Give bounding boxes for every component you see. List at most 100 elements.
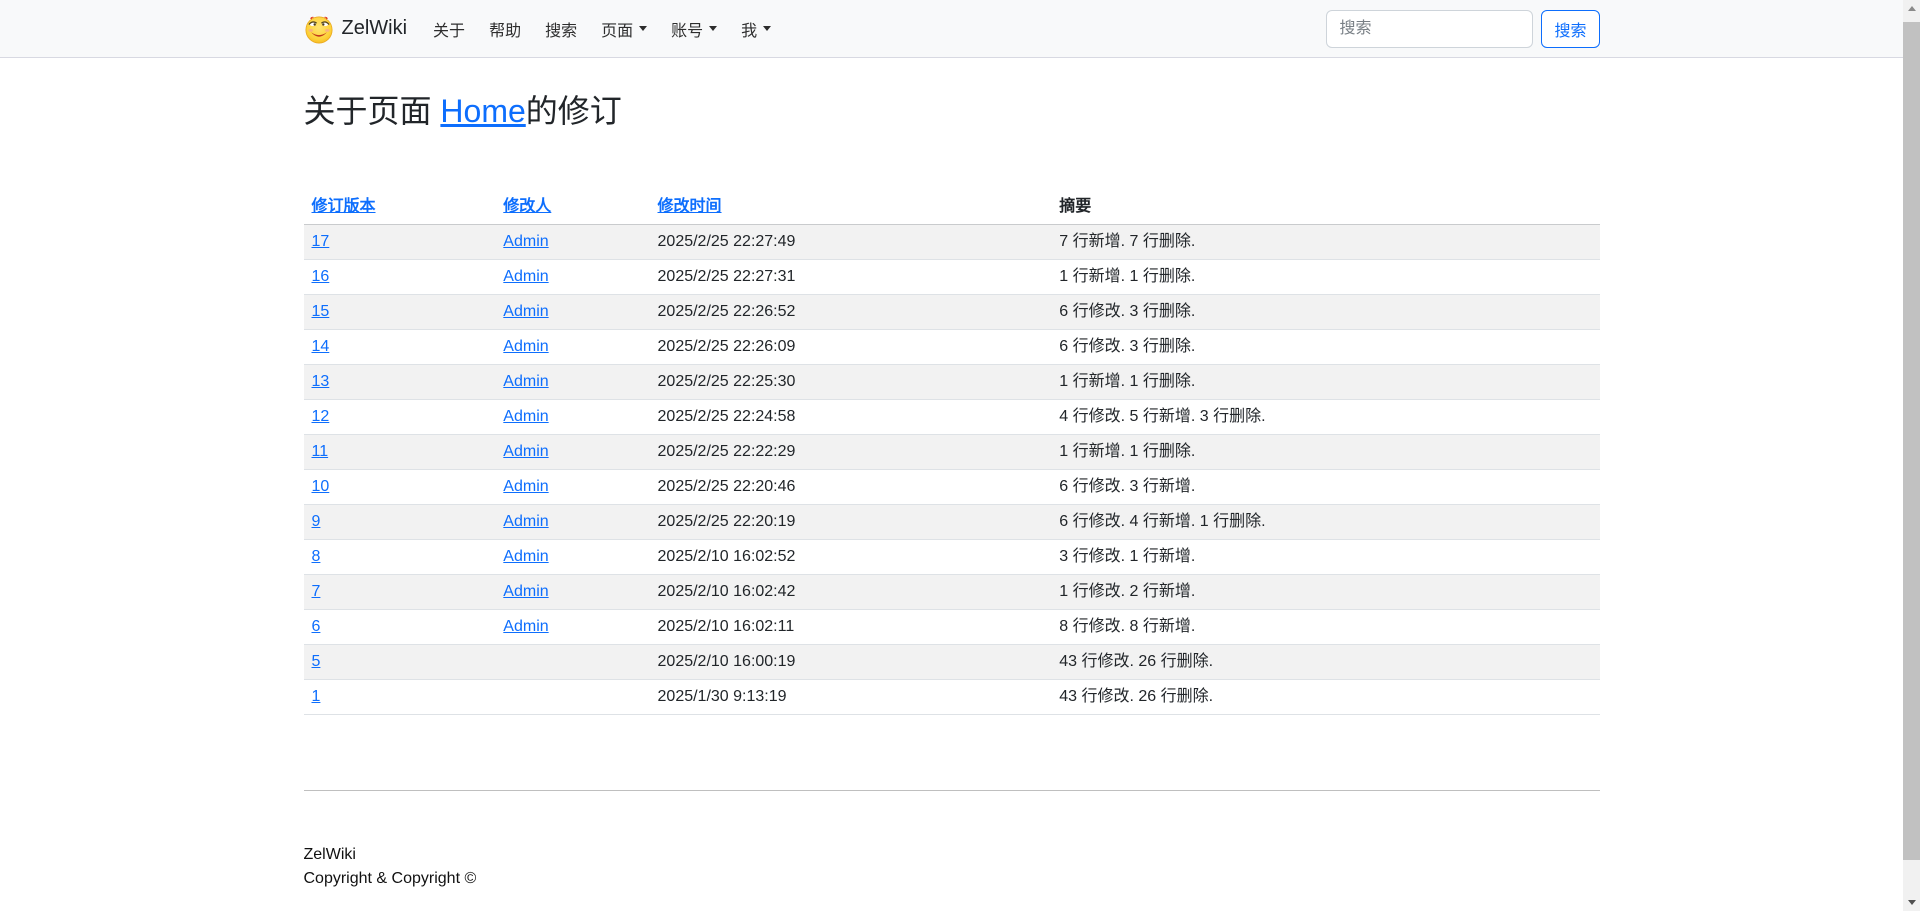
user-link[interactable]: Admin xyxy=(503,478,548,495)
sort-by-user-link[interactable]: 修改人 xyxy=(503,198,551,215)
revision-link[interactable]: 15 xyxy=(312,303,330,320)
summary-cell: 6 行修改. 3 行删除. xyxy=(1051,330,1599,365)
footer: ZelWiki Copyright & Copyright © xyxy=(304,843,1600,891)
summary-cell: 6 行修改. 3 行新增. xyxy=(1051,470,1599,505)
table-row: 11Admin2025/2/25 22:22:291 行新增. 1 行删除. xyxy=(304,435,1600,470)
revisions-table: 修订版本 修改人 修改时间 摘要 17Admin2025/2/25 22:27:… xyxy=(304,190,1600,715)
nav-item-3[interactable]: 搜索 xyxy=(537,9,585,49)
user-link[interactable]: Admin xyxy=(503,443,548,460)
table-row: 8Admin2025/2/10 16:02:523 行修改. 1 行新增. xyxy=(304,540,1600,575)
time-cell: 2025/2/25 22:24:58 xyxy=(650,400,1052,435)
user-link[interactable]: Admin xyxy=(503,373,548,390)
time-cell: 2025/2/25 22:27:49 xyxy=(650,225,1052,260)
footer-copyright: Copyright & Copyright © xyxy=(304,867,1600,891)
search-input[interactable] xyxy=(1326,10,1533,48)
summary-cell: 6 行修改. 3 行删除. xyxy=(1051,295,1599,330)
navbar-search-form: 搜索 xyxy=(1326,10,1599,48)
revision-link[interactable]: 10 xyxy=(312,478,330,495)
table-row: 16Admin2025/2/25 22:27:311 行新增. 1 行删除. xyxy=(304,260,1600,295)
page-title-prefix: 关于页面 xyxy=(304,93,441,129)
revision-link[interactable]: 7 xyxy=(312,583,321,600)
revision-link[interactable]: 5 xyxy=(312,653,321,670)
nav-item-1[interactable]: 关于 xyxy=(425,9,473,49)
user-link[interactable]: Admin xyxy=(503,583,548,600)
time-cell: 2025/2/10 16:02:11 xyxy=(650,610,1052,645)
revision-link[interactable]: 1 xyxy=(312,688,321,705)
brand-link[interactable]: ZelWiki xyxy=(304,14,408,44)
search-button[interactable]: 搜索 xyxy=(1541,10,1599,48)
wiki-logo-icon xyxy=(304,14,334,44)
time-cell: 2025/2/25 22:22:29 xyxy=(650,435,1052,470)
revision-link[interactable]: 11 xyxy=(312,443,329,460)
scrollbar-thumb[interactable] xyxy=(1903,22,1920,860)
table-row: 6 Admin 2025/2/10 16:02:118 行修改. 8 行新增. xyxy=(304,610,1600,645)
scrollbar-up-button[interactable] xyxy=(1903,0,1920,17)
sort-by-revision-link[interactable]: 修订版本 xyxy=(312,198,376,215)
user-cell: Admin xyxy=(495,260,649,295)
table-row: 12025/1/30 9:13:1943 行修改. 26 行删除. xyxy=(304,680,1600,715)
dropdown-caret-icon xyxy=(709,26,717,31)
scrollbar[interactable] xyxy=(1903,0,1920,911)
revision-link[interactable]: 12 xyxy=(312,408,330,425)
user-link[interactable]: Admin xyxy=(503,548,548,565)
nav-item-2[interactable]: 帮助 xyxy=(481,9,529,49)
user-link[interactable]: Admin xyxy=(503,618,548,635)
sort-by-time-link[interactable]: 修改时间 xyxy=(658,198,722,215)
revision-link[interactable]: 16 xyxy=(312,268,330,285)
time-cell: 2025/2/10 16:02:52 xyxy=(650,540,1052,575)
summary-cell: 6 行修改. 4 行新增. 1 行删除. xyxy=(1051,505,1599,540)
time-cell: 2025/2/25 22:20:19 xyxy=(650,505,1052,540)
browser-viewport: ZelWiki 关于帮助搜索页面账号我 搜索 关于页面 Home的修订 修订版本… xyxy=(0,0,1903,911)
user-cell: Admin xyxy=(495,225,649,260)
table-row: 7Admin2025/2/10 16:02:421 行修改. 2 行新增. xyxy=(304,575,1600,610)
user-link[interactable]: Admin xyxy=(503,233,548,250)
summary-cell: 1 行新增. 1 行删除. xyxy=(1051,260,1599,295)
user-link[interactable]: Admin xyxy=(503,268,548,285)
revision-link[interactable]: 17 xyxy=(312,233,330,250)
revision-link[interactable]: 14 xyxy=(312,338,330,355)
revision-link[interactable]: 8 xyxy=(312,548,321,565)
nav-item-6[interactable]: 我 xyxy=(733,9,779,49)
user-cell: Admin xyxy=(495,435,649,470)
time-cell: 2025/1/30 9:13:19 xyxy=(650,680,1052,715)
table-row: 13Admin2025/2/25 22:25:301 行新增. 1 行删除. xyxy=(304,365,1600,400)
nav-item-5[interactable]: 账号 xyxy=(663,9,725,49)
table-row: 15 Admin 2025/2/25 22:26:526 行修改. 3 行删除. xyxy=(304,295,1600,330)
scroll-down-arrow-icon xyxy=(1908,900,1916,905)
user-link[interactable]: Admin xyxy=(503,303,548,320)
revision-link[interactable]: 9 xyxy=(312,513,321,530)
revisions-table-header: 修订版本 修改人 修改时间 摘要 xyxy=(304,190,1600,225)
summary-cell: 7 行新增. 7 行删除. xyxy=(1051,225,1599,260)
time-cell: 2025/2/25 22:20:46 xyxy=(650,470,1052,505)
summary-cell: 1 行修改. 2 行新增. xyxy=(1051,575,1599,610)
dropdown-caret-icon xyxy=(639,26,647,31)
scrollbar-down-button[interactable] xyxy=(1903,894,1920,911)
user-cell: Admin xyxy=(495,470,649,505)
table-row: 10 Admin 2025/2/25 22:20:466 行修改. 3 行新增. xyxy=(304,470,1600,505)
footer-divider xyxy=(304,790,1600,791)
dropdown-caret-icon xyxy=(763,26,771,31)
summary-cell: 43 行修改. 26 行删除. xyxy=(1051,645,1599,680)
user-link[interactable]: Admin xyxy=(503,513,548,530)
time-cell: 2025/2/25 22:26:52 xyxy=(650,295,1052,330)
page-title: 关于页面 Home的修订 xyxy=(304,92,1600,130)
user-cell: Admin xyxy=(495,610,649,645)
home-page-link[interactable]: Home xyxy=(440,93,525,129)
user-cell xyxy=(495,680,649,715)
user-cell xyxy=(495,645,649,680)
user-cell: Admin xyxy=(495,365,649,400)
summary-cell: 8 行修改. 8 行新增. xyxy=(1051,610,1599,645)
user-cell: Admin xyxy=(495,330,649,365)
user-link[interactable]: Admin xyxy=(503,338,548,355)
revision-link[interactable]: 6 xyxy=(312,618,321,635)
summary-cell: 4 行修改. 5 行新增. 3 行删除. xyxy=(1051,400,1599,435)
user-cell: Admin xyxy=(495,540,649,575)
revision-link[interactable]: 13 xyxy=(312,373,330,390)
scroll-up-arrow-icon xyxy=(1908,6,1916,11)
nav-item-4[interactable]: 页面 xyxy=(593,9,655,49)
user-link[interactable]: Admin xyxy=(503,408,548,425)
nav-menu: 关于帮助搜索页面账号我 xyxy=(425,9,787,49)
page-title-suffix: 的修订 xyxy=(526,93,622,129)
user-cell: Admin xyxy=(495,505,649,540)
user-cell: Admin xyxy=(495,400,649,435)
